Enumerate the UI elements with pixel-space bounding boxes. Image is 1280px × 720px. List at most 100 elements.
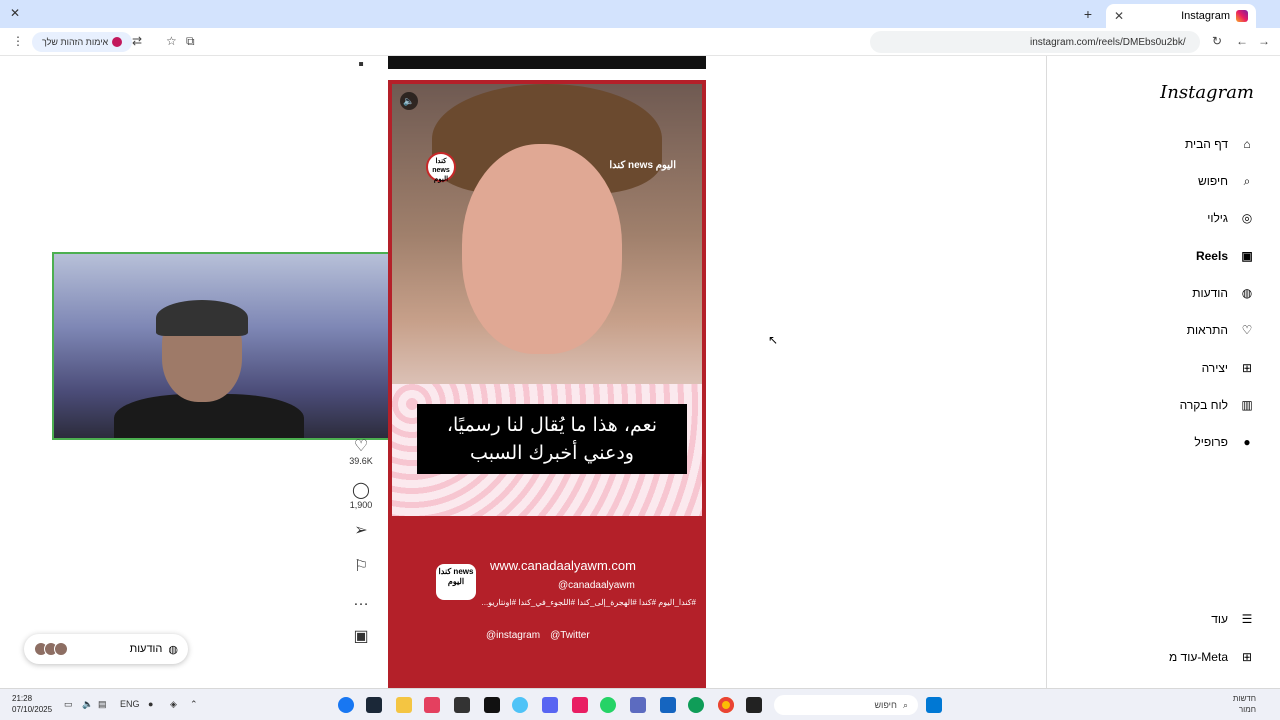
taskbar-search[interactable]: חיפוש ⌕ [774,695,918,715]
news-widget[interactable]: חדשות חמור [1233,693,1256,715]
reel-video[interactable]: 🔈 كندا news اليوم كندا news اليوم نعم، ه… [388,80,706,702]
sidebar-item-search[interactable]: חיפוש ⌕ [1056,169,1256,193]
previous-reel-edge [388,56,706,69]
sidebar-item-create[interactable]: יצירה ⊞ [1056,356,1256,380]
close-tab-icon[interactable]: ✕ [1114,9,1124,23]
sidebar-item-notifications[interactable]: התראות ♡ [1056,318,1256,342]
sidebar-item-label: יצירה [1201,361,1228,375]
audio-track-thumb[interactable]: ▣ [346,626,376,646]
save-button[interactable]: ⚐ [346,556,376,576]
messenger-icon: ◍ [168,643,178,656]
language-indicator[interactable]: ENG [120,699,140,709]
reel-caption[interactable]: #كندا_اليوم #كندا #الهجرة_إلى_كندا #اللج… [438,598,696,607]
sidebar-item-messages[interactable]: הודעות ◍ [1056,281,1256,305]
folder-icon[interactable] [396,697,412,713]
store-icon[interactable] [660,697,676,713]
menu-dots-icon[interactable]: ⋮ [12,34,24,48]
instagram-logo[interactable]: Instagram [1160,82,1254,103]
reel-actions: ▪ ♡ 39.6K ◯ 1,900 ➢ ⚐ … ▣ [346,56,376,656]
messages-pill[interactable]: הודעות ◍ [24,634,188,664]
adobe-icon[interactable] [572,697,588,713]
reading-list-icon[interactable]: ⇄ [132,34,142,48]
sidebar-item-dashboard[interactable]: לוח בקרה ▥ [1056,393,1256,417]
profile-chip-label: אימות הזהות שלך [42,37,109,47]
network-icon[interactable]: ▤ [98,699,107,710]
bookmark-icon: ⚐ [353,558,369,575]
webcam-overlay [52,252,394,440]
close-window-icon[interactable]: ✕ [10,6,20,20]
sidebar-item-home[interactable]: דף הבית ⌂ [1056,132,1256,156]
plus-icon: ⊞ [1241,361,1253,375]
social-tags: @instagram @Twitter [486,630,590,641]
chevron-up-icon[interactable]: ⌃ [190,699,198,710]
mute-toggle-icon[interactable]: 🔈 [400,92,418,110]
battery-icon[interactable]: ▭ [64,699,73,710]
more-options-button[interactable]: … [346,592,376,610]
sidebar-item-more[interactable]: עוד ☰ [1056,607,1256,631]
reels-feed: 🔈 كندا news اليوم كندا news اليوم نعم، ه… [388,56,706,702]
tiktok-studio-icon[interactable] [424,697,440,713]
chrome-icon[interactable] [718,697,734,713]
sidebar-item-label: לוח בקרה [1179,398,1228,412]
sidebar-item-meta[interactable]: עוד מ-Meta ⊞ [1056,645,1256,669]
facebook-icon[interactable] [338,697,354,713]
back-icon[interactable]: ← [1236,34,1248,48]
calculator-icon[interactable] [630,697,646,713]
new-tab-button[interactable]: + [1084,6,1092,22]
mouse-cursor: ↖ [768,333,779,347]
subtitle-line-1: نعم، هذا ما يُقال لنا رسميًا، [446,414,658,436]
instagram-sidebar: Instagram דף הבית ⌂ חיפוש ⌕ גילוי ◎ Reel… [1046,56,1280,688]
volume-icon[interactable]: 🔈 [82,699,93,710]
obs-icon[interactable] [454,697,470,713]
brand-website: www.canadaalyawm.com [490,558,636,573]
tab-instagram[interactable]: Instagram ✕ [1106,4,1256,28]
bookmark-star-icon[interactable]: ☆ [166,34,177,48]
app-icon[interactable] [512,697,528,713]
reels-icon: ▣ [1241,249,1253,263]
browser-toolbar: ⋮ אימות הזהות שלך ⇄ ☆ ⧉ instagram.com/re… [0,28,1280,56]
comment-button[interactable]: ◯ 1,900 [346,480,376,510]
reel-branding: كندا news اليوم www.canadaalyawm.com @ca… [388,518,706,702]
reload-icon[interactable]: ↻ [1212,34,1222,48]
sidebar-item-explore[interactable]: גילוי ◎ [1056,206,1256,230]
brand-handle: @canadaalyawm [558,580,635,591]
terminal-icon[interactable] [746,697,762,713]
share-button[interactable]: ➢ [346,520,376,540]
hamburger-icon: ☰ [1241,612,1253,626]
url-text: instagram.com/reels/DMEbs0u2bk/ [1030,36,1186,48]
tray-app-icon[interactable]: ◈ [170,699,177,710]
edge-icon[interactable] [688,697,704,713]
windows-start-icon[interactable] [926,697,942,713]
sidebar-item-label: גילוי [1207,211,1228,225]
mic-icon[interactable]: ● [148,699,153,709]
avatar: ● [1243,435,1251,449]
whatsapp-icon[interactable] [600,697,616,713]
address-bar[interactable]: instagram.com/reels/DMEbs0u2bk/ [870,31,1200,53]
reel-audio-thumb[interactable]: ▪ [346,56,376,74]
taskbar: 21:28 07/10/2025 ▭ 🔈 ▤ ENG ● ◈ ⌃ חיפוש ⌕… [0,688,1280,720]
profile-chip[interactable]: אימות הזהות שלך [32,32,133,52]
clock-time: 21:28 [12,694,33,703]
screenshot-icon[interactable]: ⧉ [186,34,195,49]
subtitle-line-2: ودعني أخبرك السبب [470,442,634,464]
tiktok-icon[interactable] [484,697,500,713]
sidebar-item-reels[interactable]: Reels ▣ [1056,244,1256,268]
like-button[interactable]: ♡ 39.6K [346,436,376,466]
search-icon: ⌕ [902,699,908,710]
compass-icon: ◎ [1241,211,1253,225]
dashboard-icon: ▥ [1241,398,1253,412]
news-line-1: חדשות [1232,694,1256,703]
clock-date: 07/10/2025 [12,705,53,714]
comment-count: 1,900 [349,500,373,510]
forward-icon[interactable]: → [1258,34,1270,48]
more-dots-icon: … [353,592,369,609]
sidebar-item-profile[interactable]: פרופיל ● [1056,430,1256,454]
video-frame: 🔈 كندا news اليوم كندا news اليوم نعم، ه… [392,84,702,516]
system-clock[interactable]: 21:28 07/10/2025 [12,693,52,715]
steam-icon[interactable] [366,697,382,713]
video-subtitle: نعم، هذا ما يُقال لنا رسميًا، ودعني أخبر… [417,404,687,474]
messenger-icon: ◍ [1241,286,1253,300]
sidebar-item-label: דף הבית [1184,137,1228,151]
sidebar-item-label: פרופיל [1194,435,1228,449]
discord-icon[interactable] [542,697,558,713]
